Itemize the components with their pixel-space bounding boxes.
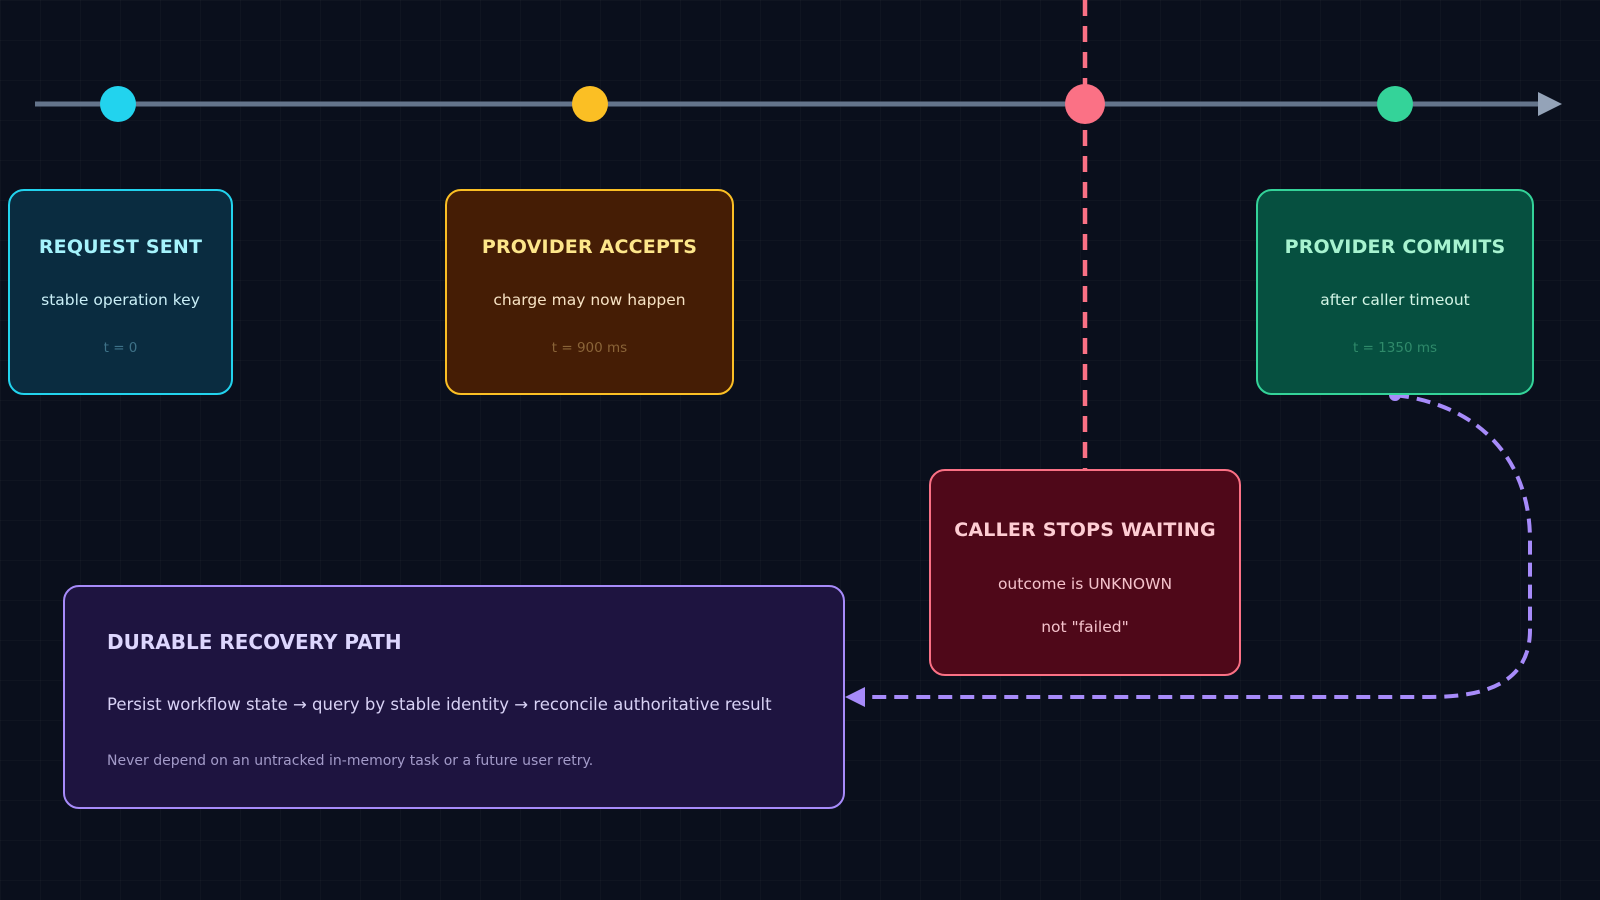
caller-stops-waiting-card: CALLER STOPS WAITING outcome is UNKNOWN … bbox=[929, 469, 1241, 676]
marker-accept bbox=[572, 86, 608, 122]
request-sent-card: REQUEST SENT stable operation key t = 0 bbox=[8, 189, 233, 395]
provider-accepts-title: PROVIDER ACCEPTS bbox=[481, 236, 698, 258]
marker-caller-timeout bbox=[1065, 84, 1105, 124]
marker-commit bbox=[1377, 86, 1413, 122]
request-sent-title: REQUEST SENT bbox=[38, 236, 203, 258]
request-sent-subtitle: stable operation key bbox=[41, 291, 200, 309]
provider-commits-subtitle: after caller timeout bbox=[1320, 291, 1470, 309]
caller-stops-waiting-title: CALLER STOPS WAITING bbox=[954, 519, 1216, 541]
provider-accepts-time: t = 900 ms bbox=[551, 340, 628, 356]
durable-recovery-card: DURABLE RECOVERY PATH Persist workflow s… bbox=[63, 585, 845, 809]
marker-request bbox=[100, 86, 136, 122]
provider-commits-title: PROVIDER COMMITS bbox=[1284, 236, 1506, 258]
provider-accepts-card: PROVIDER ACCEPTS charge may now happen t… bbox=[445, 189, 734, 395]
provider-accepts-subtitle: charge may now happen bbox=[493, 291, 686, 309]
caller-outcome-line: outcome is UNKNOWN bbox=[997, 575, 1173, 593]
durable-recovery-body: Persist workflow state → query by stable… bbox=[107, 695, 772, 714]
caller-not-failed-line: not "failed" bbox=[1041, 618, 1129, 636]
provider-commits-time: t = 1350 ms bbox=[1352, 340, 1438, 356]
durable-recovery-title: DURABLE RECOVERY PATH bbox=[107, 630, 402, 654]
provider-commits-card: PROVIDER COMMITS after caller timeout t … bbox=[1256, 189, 1534, 395]
timeline-diagram: REQUEST SENT stable operation key t = 0 … bbox=[0, 0, 1600, 900]
recovery-connector-arrowhead bbox=[845, 687, 865, 707]
timeline-arrowhead bbox=[1538, 92, 1562, 116]
request-sent-time: t = 0 bbox=[103, 340, 138, 356]
durable-recovery-note: Never depend on an untracked in-memory t… bbox=[107, 753, 594, 769]
